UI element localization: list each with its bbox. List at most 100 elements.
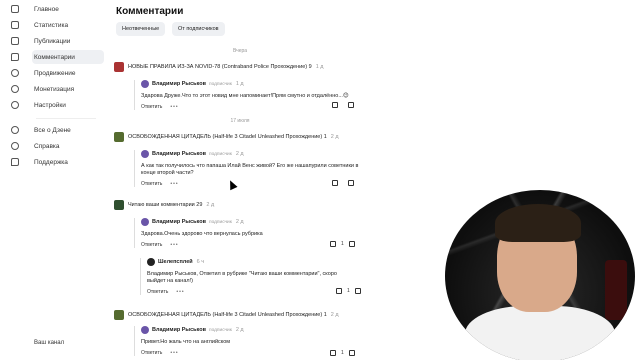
sidebar-item-label: Главное bbox=[34, 5, 59, 13]
more-icon[interactable]: ••• bbox=[170, 181, 178, 187]
filter-subscribers-button[interactable]: От подписчиков bbox=[172, 22, 225, 36]
sidebar-item-stats[interactable]: Статистика bbox=[11, 18, 69, 32]
dislike-icon[interactable] bbox=[348, 350, 355, 356]
filter-unanswered-button[interactable]: Неотвеченные bbox=[116, 22, 166, 36]
more-icon[interactable]: ••• bbox=[170, 242, 178, 248]
dislike-icon[interactable] bbox=[348, 241, 355, 247]
video-thumbnail bbox=[114, 132, 124, 142]
sidebar-item-label: Публикации bbox=[34, 37, 71, 45]
like-icon[interactable] bbox=[330, 241, 336, 247]
comment-time: 2 д bbox=[235, 151, 244, 157]
page-title: Комментарии bbox=[116, 6, 184, 17]
comment-reactions bbox=[332, 102, 354, 108]
comment-text: Здарова Друже.Что то этот новид мне напо… bbox=[141, 93, 349, 99]
like-icon[interactable] bbox=[336, 288, 342, 294]
like-icon[interactable] bbox=[330, 350, 336, 356]
like-icon[interactable] bbox=[332, 102, 338, 108]
your-channel-link[interactable]: Ваш канал bbox=[34, 340, 64, 346]
subscriber-badge: подписчик bbox=[208, 81, 232, 87]
help-icon bbox=[0, 142, 30, 150]
more-icon[interactable]: ••• bbox=[176, 289, 184, 295]
avatar bbox=[141, 150, 149, 158]
reply-button[interactable]: Ответить bbox=[147, 289, 168, 295]
comment-reactions: 1 bbox=[330, 241, 355, 247]
video-title: ОСВОБОЖДЕННАЯ ЦИТАДЕЛЬ (Half-life 3 Cita… bbox=[128, 134, 327, 140]
comment-author[interactable]: Владимир Рыськов bbox=[152, 327, 206, 333]
sidebar-item-label: Продвижение bbox=[34, 69, 76, 77]
more-icon[interactable]: ••• bbox=[170, 350, 178, 356]
video-time: 2 д bbox=[330, 312, 339, 318]
money-icon bbox=[0, 85, 30, 93]
sidebar-item-label: Статистика bbox=[34, 21, 69, 29]
comment-time: 2 д bbox=[235, 219, 244, 225]
date-separator: Вчера bbox=[232, 48, 248, 54]
comment-reactions: 1 bbox=[330, 350, 355, 356]
sidebar-divider bbox=[36, 118, 96, 119]
sidebar-item-comments[interactable]: Комментарии bbox=[11, 50, 104, 64]
dislike-icon[interactable] bbox=[348, 180, 354, 186]
reply-button[interactable]: Ответить bbox=[141, 242, 162, 248]
video-row[interactable]: НОВЫЕ ПРАВИЛА ИЗ-ЗА NOVID-78 (Contraband… bbox=[114, 62, 324, 72]
date-separator: 17 июля bbox=[230, 118, 250, 124]
comment-author[interactable]: Владимир Рыськов bbox=[152, 81, 206, 87]
home-icon bbox=[0, 5, 30, 13]
subscriber-badge: подписчик bbox=[208, 219, 232, 225]
avatar bbox=[141, 80, 149, 88]
settings-icon bbox=[0, 101, 30, 109]
sidebar-item-about[interactable]: Все о Дзене bbox=[11, 123, 71, 137]
dislike-icon[interactable] bbox=[354, 288, 361, 294]
sidebar-item-settings[interactable]: Настройки bbox=[11, 98, 66, 112]
comment-time: 1 д bbox=[235, 81, 244, 87]
comment-time: 2 д bbox=[235, 327, 244, 333]
subscriber-badge: подписчик bbox=[208, 151, 232, 157]
nested-reply: Шелепсплей 6 ч Владимир Рыськов, Ответил… bbox=[140, 258, 360, 295]
support-icon bbox=[0, 158, 30, 166]
video-time: 2 д bbox=[206, 202, 215, 208]
sidebar-item-label: Комментарии bbox=[34, 53, 75, 61]
sidebar-item-label: Все о Дзене bbox=[34, 126, 71, 134]
publications-icon bbox=[0, 37, 30, 45]
sidebar-item-publications[interactable]: Публикации bbox=[11, 34, 71, 48]
comment-text: Владимир Рыськов, Ответил в рубрике "Чит… bbox=[147, 271, 337, 284]
streamer-hair bbox=[495, 204, 581, 242]
video-row[interactable]: ОСВОБОЖДЕННАЯ ЦИТАДЕЛЬ (Half-life 3 Cita… bbox=[114, 310, 339, 320]
webcam-overlay bbox=[445, 190, 635, 360]
streamer-shirt bbox=[465, 306, 615, 360]
comment-text: Привет.Но жаль что на английском bbox=[141, 339, 231, 345]
video-row[interactable]: ОСВОБОЖДЕННАЯ ЦИТАДЕЛЬ (Half-life 3 Cita… bbox=[114, 132, 339, 142]
like-icon[interactable] bbox=[332, 180, 338, 186]
like-count: 1 bbox=[341, 350, 344, 356]
comment-author[interactable]: Владимир Рыськов bbox=[152, 151, 206, 157]
more-icon[interactable]: ••• bbox=[170, 104, 178, 110]
video-title: НОВЫЕ ПРАВИЛА ИЗ-ЗА NOVID-78 (Contraband… bbox=[128, 64, 312, 70]
comments-icon bbox=[0, 53, 30, 61]
video-thumbnail bbox=[114, 200, 124, 210]
comment-author[interactable]: Шелепсплей bbox=[158, 259, 193, 265]
comment-reactions bbox=[332, 180, 354, 186]
video-thumbnail bbox=[114, 310, 124, 320]
promotion-icon bbox=[0, 69, 30, 77]
sidebar-item-support[interactable]: Поддержка bbox=[11, 155, 68, 169]
sidebar-item-label: Поддержка bbox=[34, 158, 68, 166]
avatar bbox=[147, 258, 155, 266]
video-time: 2 д bbox=[330, 134, 339, 140]
sidebar-item-label: Монетизация bbox=[34, 85, 75, 93]
reply-button[interactable]: Ответить bbox=[141, 181, 162, 187]
comment-text: А как так получилось что папаша Илай Вен… bbox=[141, 163, 359, 176]
sidebar-item-home[interactable]: Главное bbox=[11, 2, 59, 16]
sidebar-item-monetization[interactable]: Монетизация bbox=[11, 82, 75, 96]
video-row[interactable]: Читаю ваши комментарии 29 2 д bbox=[114, 200, 214, 210]
sidebar-item-label: Настройки bbox=[34, 101, 66, 109]
info-icon bbox=[0, 126, 30, 134]
comment-time: 6 ч bbox=[196, 259, 205, 265]
like-count: 1 bbox=[341, 241, 344, 247]
sidebar-item-label: Справка bbox=[34, 142, 60, 150]
comment-reactions: 1 bbox=[336, 288, 361, 294]
reply-button[interactable]: Ответить bbox=[141, 104, 162, 110]
sidebar-item-help[interactable]: Справка bbox=[11, 139, 60, 153]
sidebar-item-promotion[interactable]: Продвижение bbox=[11, 66, 76, 80]
dislike-icon[interactable] bbox=[348, 102, 354, 108]
subscriber-badge: подписчик bbox=[208, 327, 232, 333]
comment-author[interactable]: Владимир Рыськов bbox=[152, 219, 206, 225]
reply-button[interactable]: Ответить bbox=[141, 350, 162, 356]
